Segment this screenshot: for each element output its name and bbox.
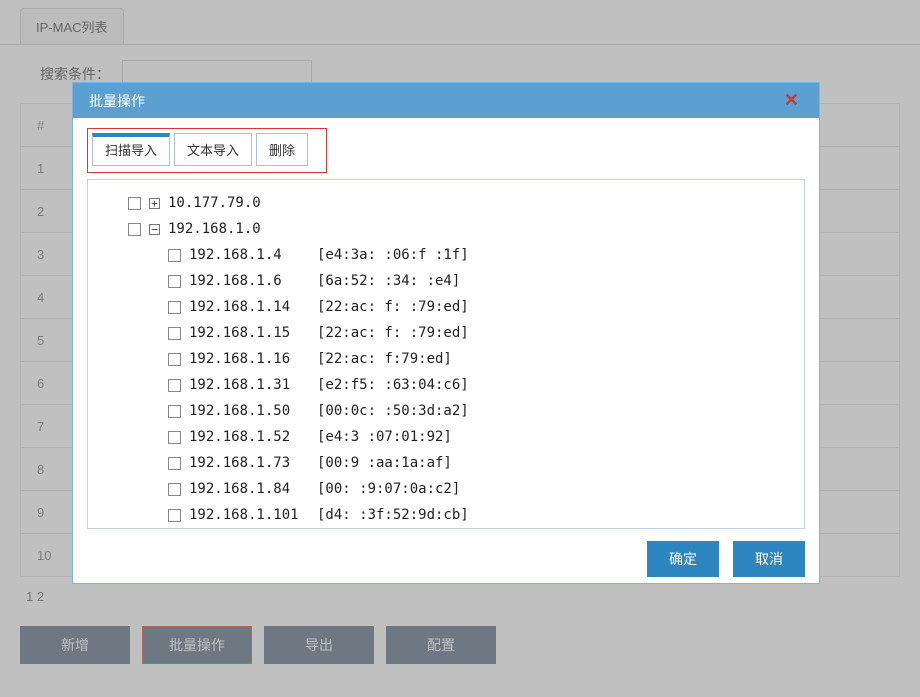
bulk-operation-modal: 批量操作 ✕ 扫描导入 文本导入 删除 + 10.177.79.0 − 192.… (72, 82, 820, 584)
tree-mac: [00: :9:07:0a:c2] (317, 481, 460, 497)
modal-title: 批量操作 (89, 91, 145, 111)
tree-checkbox[interactable] (128, 197, 141, 210)
tree-checkbox[interactable] (168, 509, 181, 522)
tree-net-label: 192.168.1.0 (168, 221, 261, 237)
tree-checkbox[interactable] (168, 327, 181, 340)
tree-ip: 192.168.1.4 (189, 247, 309, 263)
tree-mac: [22:ac: f: :79:ed] (317, 299, 469, 315)
tree-mac: [22:ac: f:79:ed] (317, 351, 452, 367)
tree-checkbox[interactable] (168, 431, 181, 444)
tree-ip: 192.168.1.16 (189, 351, 309, 367)
tree-mac: [00:0c: :50:3d:a2] (317, 403, 469, 419)
close-icon[interactable]: ✕ (780, 90, 803, 111)
tree-ip: 192.168.1.52 (189, 429, 309, 445)
tab-text-import[interactable]: 文本导入 (174, 133, 252, 166)
tree-mac: [e4:3a: :06:f :1f] (317, 247, 469, 263)
tree-checkbox[interactable] (168, 379, 181, 392)
tree-mac: [6a:52: :34: :e4] (317, 273, 460, 289)
tree-mac: [00:9 :aa:1a:af] (317, 455, 452, 471)
tree-mac: [d4: :3f:52:9d:cb] (317, 507, 469, 523)
tree-checkbox[interactable] (168, 483, 181, 496)
tab-delete[interactable]: 删除 (256, 133, 308, 166)
tree-checkbox[interactable] (128, 223, 141, 236)
collapse-icon[interactable]: − (149, 224, 160, 235)
tree-net-label: 10.177.79.0 (168, 195, 261, 211)
tree-checkbox[interactable] (168, 457, 181, 470)
cancel-button[interactable]: 取消 (733, 541, 805, 577)
tree-checkbox[interactable] (168, 301, 181, 314)
tree-ip: 192.168.1.101 (189, 507, 309, 523)
expand-icon[interactable]: + (149, 198, 160, 209)
tree-ip: 192.168.1.84 (189, 481, 309, 497)
tree-checkbox[interactable] (168, 275, 181, 288)
tree-ip: 192.168.1.15 (189, 325, 309, 341)
tree-checkbox[interactable] (168, 405, 181, 418)
ip-tree[interactable]: + 10.177.79.0 − 192.168.1.0 192.168.1.4 [… (87, 179, 805, 529)
tree-ip: 192.168.1.31 (189, 377, 309, 393)
tree-ip: 192.168.1.73 (189, 455, 309, 471)
tree-checkbox[interactable] (168, 353, 181, 366)
tree-mac: [e2:f5: :63:04:c6] (317, 377, 469, 393)
tree-checkbox[interactable] (168, 249, 181, 262)
tree-mac: [e4:3 :07:01:92] (317, 429, 452, 445)
ok-button[interactable]: 确定 (647, 541, 719, 577)
tree-ip: 192.168.1.50 (189, 403, 309, 419)
tree-ip: 192.168.1.14 (189, 299, 309, 315)
tab-scan-import[interactable]: 扫描导入 (92, 133, 170, 166)
tree-ip: 192.168.1.6 (189, 273, 309, 289)
tree-mac: [22:ac: f: :79:ed] (317, 325, 469, 341)
